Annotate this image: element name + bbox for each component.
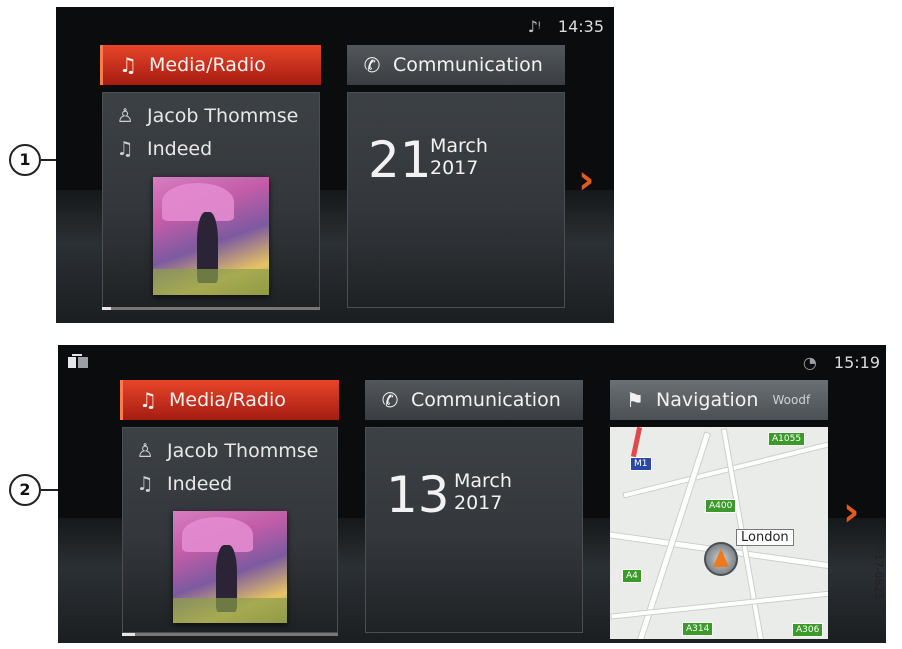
track-name: Indeed [167, 473, 233, 495]
road-shield: A4 [622, 569, 642, 583]
date-month: March [430, 135, 488, 157]
track-name: Indeed [147, 138, 213, 160]
artist-name: Jacob Thommse [167, 440, 319, 462]
clock: 14:35 [557, 17, 604, 36]
chevron-right-icon[interactable]: › [843, 489, 859, 535]
navigation-map[interactable]: M1 A1055 A400 A4 A314 A306 London [610, 427, 828, 639]
road-shield: A314 [682, 622, 714, 636]
road-shield: A306 [792, 623, 824, 637]
communication-tile[interactable]: 21 March 2017 [347, 92, 565, 308]
tab-communication[interactable]: ✆ Communication [365, 380, 583, 420]
tab-label: Communication [411, 389, 561, 411]
road-shield: A1055 [768, 432, 806, 446]
date-month: March [454, 470, 512, 492]
clock: 15:19 [833, 353, 880, 372]
music-note-icon: ♫ [136, 473, 154, 495]
tab-label: Navigation [656, 389, 759, 411]
music-note-icon: ♫ [119, 53, 137, 77]
tab-media-radio[interactable]: ♫ Media/Radio [100, 45, 321, 85]
artist-name: Jacob Thommse [147, 105, 299, 127]
person-icon: ♙ [116, 105, 134, 127]
date-year: 2017 [430, 157, 479, 179]
artist-row: ♙ Jacob Thommse [113, 105, 313, 127]
tab-label: Media/Radio [169, 389, 286, 411]
music-note-icon: ♫ [116, 138, 134, 160]
artist-row: ♙ Jacob Thommse [133, 440, 333, 462]
status-bar: ◔ 15:19 [803, 353, 880, 372]
checkered-flag-icon: ⚑ [626, 388, 644, 412]
communication-tile[interactable]: 13 March 2017 [365, 427, 583, 633]
person-icon: ♙ [136, 440, 154, 462]
idrive-screen-1: ♪ᵎ 14:35 ♫ Media/Radio ♙ Jacob Thommse ♫ I… [56, 7, 614, 323]
tab-communication[interactable]: ✆ Communication [347, 45, 565, 85]
date-year: 2017 [454, 492, 503, 514]
track-row: ♫ Indeed [113, 138, 313, 160]
media-tile[interactable]: ♙ Jacob Thommse ♫ Indeed [102, 92, 320, 308]
split-screen-icon[interactable] [68, 354, 88, 368]
tab-media-radio[interactable]: ♫ Media/Radio [120, 380, 339, 420]
vehicle-position-icon [704, 542, 738, 576]
media-tile[interactable]: ♙ Jacob Thommse ♫ Indeed [122, 427, 338, 633]
album-cover [173, 511, 287, 623]
music-note-icon: ◔ [802, 353, 817, 372]
phone-icon: ✆ [363, 53, 381, 77]
date-day: 21 [368, 131, 432, 189]
music-note-icon: ♫ [139, 388, 157, 412]
figure-code: TE17-0825 [872, 540, 885, 600]
date-day: 13 [386, 466, 450, 524]
chevron-right-icon[interactable]: › [578, 157, 594, 203]
media-progress-bar [122, 633, 338, 636]
road-shield: A400 [705, 499, 737, 513]
tab-label: Communication [393, 54, 543, 76]
idrive-screen-2: ◔ 15:19 ♫ Media/Radio ♙ Jacob Thommse ♫ In… [58, 345, 886, 643]
album-cover [153, 177, 269, 295]
media-progress-fill [122, 633, 135, 636]
usb-music-icon: ♪ᵎ [527, 17, 541, 36]
callout-2: 2 [9, 474, 41, 506]
callout-1: 1 [9, 144, 41, 176]
tab-label: Media/Radio [149, 54, 266, 76]
status-bar: ♪ᵎ 14:35 [528, 17, 604, 36]
map-city-label: London [736, 529, 794, 546]
track-row: ♫ Indeed [133, 473, 333, 495]
media-progress-fill [102, 307, 111, 310]
map-text-top: Woodf [772, 393, 811, 407]
phone-icon: ✆ [381, 388, 399, 412]
media-progress-bar [102, 307, 320, 310]
tab-navigation[interactable]: ⚑ Navigation Woodf [610, 380, 828, 420]
road-shield: M1 [630, 457, 652, 471]
